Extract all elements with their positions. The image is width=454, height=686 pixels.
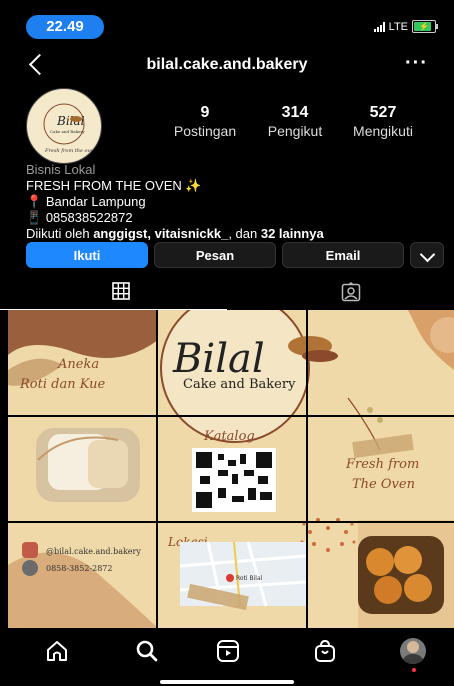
- signal-icon: [373, 21, 385, 32]
- post-grid: Bilal Cake and Bakery Aneka Roti dan Kue…: [8, 310, 454, 628]
- shop-icon[interactable]: [312, 638, 338, 664]
- tagged-person-icon[interactable]: [341, 282, 361, 302]
- bottom-navigation: [0, 628, 454, 686]
- profile-avatar[interactable]: [400, 638, 426, 664]
- post-fresh-line2: The Oven: [352, 477, 415, 492]
- search-icon[interactable]: [134, 638, 160, 664]
- bio-line: FRESH FROM THE OVEN ✨: [26, 178, 202, 193]
- stat-posts-value: 9: [200, 104, 210, 121]
- post-fresh-line1: Fresh from: [345, 457, 419, 472]
- avatar[interactable]: Bilal Cake and Bakery Fresh from the ove…: [26, 88, 102, 164]
- followed-by-count: 32 lainnya: [260, 226, 324, 241]
- grid-icon[interactable]: [112, 282, 130, 300]
- profile-tabs: [0, 276, 454, 310]
- post-katalog: Katalog: [203, 429, 255, 444]
- stat-posts-label: Postingan: [173, 123, 237, 139]
- followed-by-names: anggigst, vitaisnickk_: [93, 226, 229, 241]
- profile-header: bilal.cake.and.bakery ···: [0, 48, 454, 82]
- post-aneka-line2: Roti dan Kue: [19, 377, 106, 392]
- bio-location-text: Bandar Lampung: [45, 194, 146, 209]
- message-button[interactable]: Pesan: [154, 242, 276, 268]
- notification-dot: [412, 668, 416, 672]
- follow-button[interactable]: Ikuti: [26, 242, 148, 268]
- stat-followers[interactable]: 314 Pengikut: [250, 104, 340, 140]
- stat-following-value: 527: [369, 104, 397, 121]
- profile-category: Bisnis Lokal: [26, 162, 96, 177]
- home-indicator[interactable]: [160, 680, 294, 684]
- profile-username: bilal.cake.and.bakery: [146, 56, 308, 73]
- stat-following[interactable]: 527 Mengikuti: [338, 104, 428, 140]
- location-pin-icon: 📍: [26, 194, 43, 209]
- network-label: LTE: [388, 20, 408, 33]
- followed-by-mid: , dan: [228, 226, 261, 241]
- avatar-tagline: Fresh from the oven: [44, 148, 97, 154]
- post-title-script: Bilal: [172, 336, 265, 382]
- avatar-logo-sub: Cake and Bakery: [50, 129, 85, 134]
- stat-followers-value: 314: [281, 104, 309, 121]
- email-button[interactable]: Email: [282, 242, 404, 268]
- more-horizontal-icon[interactable]: ···: [405, 52, 428, 75]
- chevron-down-icon: [419, 246, 435, 263]
- stat-following-label: Mengikuti: [353, 123, 413, 139]
- post-map-pin: Roti Bilal: [236, 575, 263, 582]
- bio-phone: 📱 085838522872: [26, 210, 324, 226]
- stat-followers-label: Pengikut: [267, 123, 323, 139]
- reels-icon[interactable]: [215, 638, 241, 664]
- phone-icon: 📱: [26, 210, 43, 225]
- bio-location: 📍 Bandar Lampung: [26, 194, 324, 210]
- bio-phone-text: 085838522872: [45, 210, 133, 225]
- followed-by-prefix: Diikuti oleh: [26, 226, 94, 241]
- post-aneka-line1: Aneka: [57, 357, 99, 372]
- stat-posts[interactable]: 9 Postingan: [160, 104, 250, 140]
- post-instagram-handle: @bilal.cake.and.bakery: [46, 547, 141, 556]
- battery-icon: ⚡: [412, 20, 438, 33]
- post-title-sub: Cake and Bakery: [183, 377, 296, 392]
- followed-by[interactable]: Diikuti oleh anggigst, vitaisnickk_, dan…: [26, 226, 324, 242]
- suggestions-dropdown-button[interactable]: [410, 242, 444, 268]
- profile-bio: Bisnis Lokal FRESH FROM THE OVEN ✨ 📍 Ban…: [26, 162, 324, 242]
- status-bar: 22.49 LTE ⚡: [0, 0, 454, 39]
- home-icon[interactable]: [44, 638, 70, 664]
- status-time: 22.49: [26, 15, 104, 39]
- post-phone: 0858-3852-2872: [46, 564, 112, 573]
- status-indicators: LTE ⚡: [373, 20, 438, 33]
